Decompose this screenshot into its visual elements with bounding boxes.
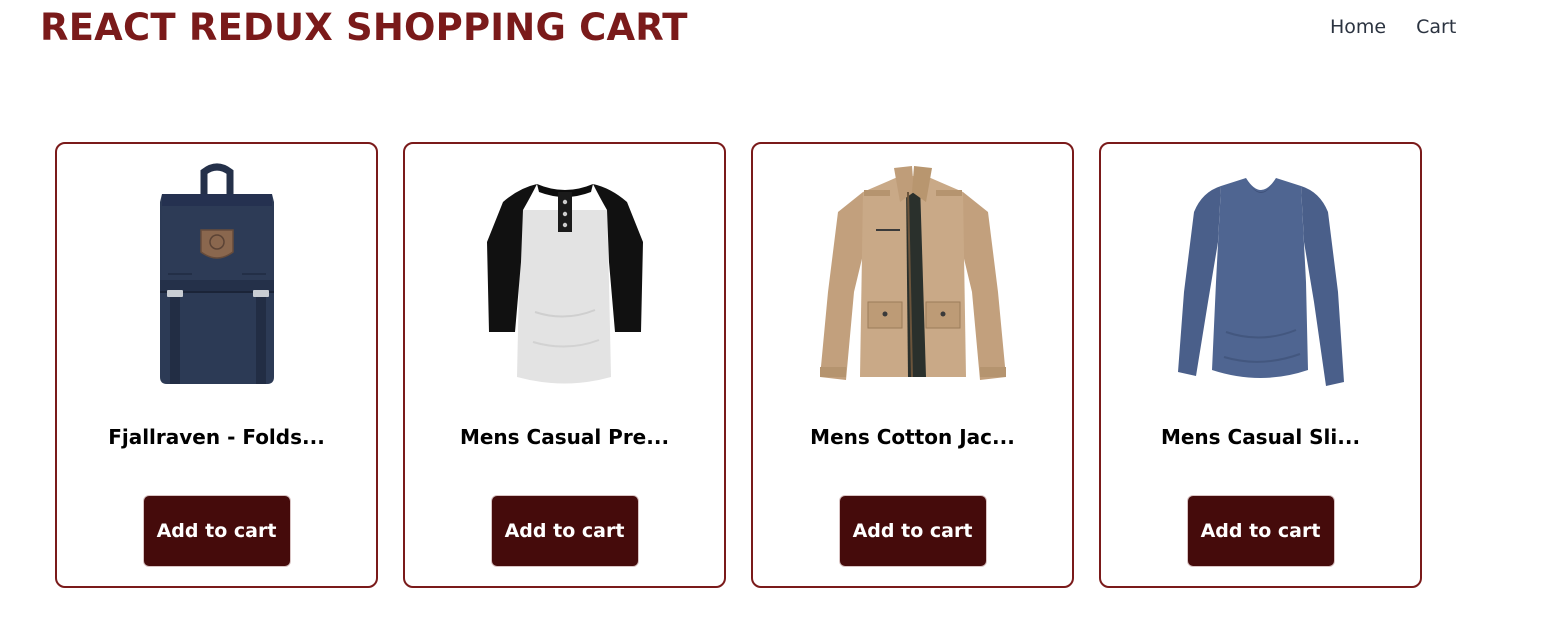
- nav-cart-link[interactable]: Cart: [1416, 16, 1456, 38]
- long-sleeve-shirt-image: [1177, 178, 1344, 386]
- backpack-image: [159, 163, 274, 384]
- product-image-jacket: [753, 162, 1072, 392]
- brand-title: REACT REDUX SHOPPING CART: [40, 6, 688, 49]
- jacket-image: [819, 166, 1006, 380]
- product-image-backpack: [57, 162, 376, 392]
- product-title: Fjallraven - Folds...: [108, 425, 325, 449]
- nav-home-link[interactable]: Home: [1330, 16, 1386, 38]
- product-title: Mens Cotton Jac...: [810, 425, 1015, 449]
- product-card: Mens Casual Sli... Add to cart: [1099, 142, 1422, 588]
- product-grid: Fjallraven - Folds... Add to cart Mens C…: [55, 142, 1422, 588]
- product-title: Mens Casual Sli...: [1160, 425, 1361, 449]
- add-to-cart-button[interactable]: Add to cart: [490, 495, 639, 567]
- product-title: Mens Casual Pre...: [459, 425, 670, 449]
- product-image-henley: [405, 162, 724, 392]
- product-card: Mens Casual Pre... Add to cart: [403, 142, 726, 588]
- add-to-cart-button[interactable]: Add to cart: [838, 495, 987, 567]
- product-image-longsleeve: [1101, 162, 1420, 392]
- product-card: Mens Cotton Jac... Add to cart: [751, 142, 1074, 588]
- add-to-cart-button[interactable]: Add to cart: [1186, 495, 1335, 567]
- henley-shirt-image: [486, 184, 643, 384]
- app-header: REACT REDUX SHOPPING CART Home Cart: [0, 0, 1544, 60]
- add-to-cart-button[interactable]: Add to cart: [142, 495, 291, 567]
- main-nav: Home Cart: [1330, 16, 1456, 38]
- product-card: Fjallraven - Folds... Add to cart: [55, 142, 378, 588]
